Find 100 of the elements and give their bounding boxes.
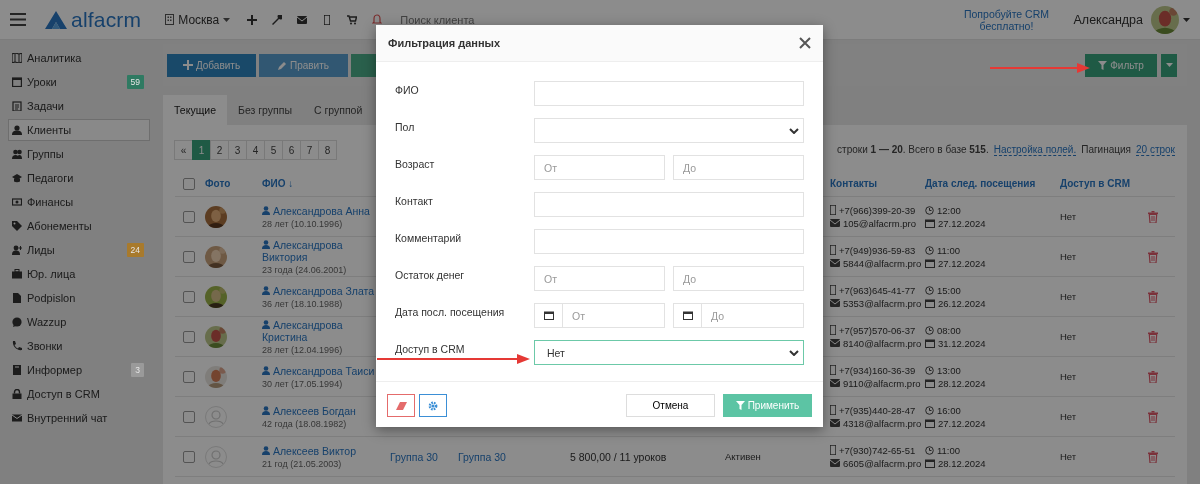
checkbox[interactable] [183,450,195,463]
trash-icon[interactable] [1147,330,1158,343]
sidebar-item[interactable]: Уроки 59 [8,71,150,93]
tab[interactable]: Без группы [227,95,303,125]
input-field[interactable]: До [673,266,804,291]
envelope-icon [12,413,22,423]
briefcase-icon [12,269,22,279]
banknote-icon [12,197,22,207]
client-link[interactable]: Александрова Анна [262,204,370,217]
trash-icon[interactable] [1147,370,1158,383]
wrench-icon[interactable] [272,14,283,25]
envelope-icon[interactable] [297,15,308,24]
edit-button[interactable]: Править [259,53,348,77]
search-field[interactable]: Поиск клиента [398,12,583,27]
field-label: Доступ в CRM [395,342,465,355]
checkbox[interactable] [183,290,195,303]
city-dropdown[interactable]: Москва [165,12,231,27]
input-field[interactable]: До [673,155,804,180]
sidebar-item[interactable]: Клиенты [8,119,150,141]
sidebar-item[interactable]: Юр. лица [8,263,150,285]
date-text: 28.12.2024 [938,457,986,469]
sidebar-item[interactable]: Внутренний чат [8,407,150,429]
text-field[interactable] [534,229,804,254]
dropdown-toggle[interactable] [1161,53,1177,77]
trash-icon[interactable] [1147,290,1158,303]
sidebar-item[interactable]: Звонки [8,335,150,357]
person-icon [12,125,22,135]
promo-link[interactable]: Попробуйте CRM бесплатно! [951,7,1062,32]
filter-button[interactable]: Фильтр [1085,53,1157,77]
tab[interactable]: Текущие [163,95,227,125]
date-field[interactable]: До [701,303,804,328]
calendar-icon [12,77,22,87]
sidebar-item[interactable]: Аналитика [8,47,150,69]
page-button[interactable]: 8 [318,140,337,160]
text-field[interactable] [534,192,804,217]
column-header[interactable]: Контакты [830,171,925,196]
age-text: 23 года (24.06.2001) [262,264,348,275]
bell-icon[interactable] [372,14,383,25]
phone-icon[interactable] [324,14,331,25]
select-field[interactable] [534,118,804,143]
user-name[interactable]: Александра [1073,12,1143,27]
checkbox[interactable] [183,370,195,383]
input-field[interactable]: От [534,155,665,180]
sidebar-item[interactable]: Задачи [8,95,150,117]
phone-icon [12,341,22,351]
calendar-button[interactable] [673,303,701,328]
trash-icon[interactable] [1147,250,1158,263]
clear-button[interactable] [387,394,415,417]
select-field[interactable]: Нет [534,340,804,365]
settings-button[interactable] [419,394,447,417]
checkbox[interactable] [183,250,195,263]
rows-link[interactable]: 20 строк [1136,144,1175,156]
calendar-icon [925,418,935,428]
checkbox[interactable] [183,210,195,223]
add-button[interactable]: Добавить [167,53,256,77]
input-field[interactable]: От [534,266,665,291]
checkbox[interactable] [183,177,195,190]
phone-icon [830,405,836,415]
dialog-title: Фильтрация данных [388,37,502,49]
client-link[interactable]: Алексеев Виктор [262,444,356,457]
client-link[interactable]: Александрова Таиси [262,364,375,377]
person-icon [262,285,270,295]
sidebar-item[interactable]: Wazzup [8,311,150,333]
client-link[interactable]: Алексеев Богдан [262,404,356,417]
column-header[interactable]: Фото [205,171,262,196]
field-label: Контакт [395,194,433,207]
caret-icon[interactable] [1183,17,1190,22]
sidebar-item[interactable]: Финансы [8,191,150,213]
trash-icon[interactable] [1147,410,1158,423]
column-header[interactable]: Дата след. посещения [925,171,1060,196]
table-cell: Нет [1060,371,1077,382]
sidebar-item[interactable]: Podpislon [8,287,150,309]
close-button[interactable] [799,37,811,49]
email-text: 5353@alfacrm.pro [843,297,922,309]
checkbox[interactable] [183,330,195,343]
checkbox[interactable] [183,410,195,423]
group-link[interactable]: Группа 30 [458,450,506,463]
settings-link[interactable]: Настройка полей. [993,144,1077,156]
cart-icon[interactable] [347,14,358,25]
sidebar-item[interactable]: Педагоги [8,167,150,189]
date-field[interactable]: От [562,303,665,328]
sidebar-item[interactable]: Информер 3 [8,359,150,381]
menu-icon[interactable] [10,13,26,26]
tab[interactable]: С группой [302,95,374,125]
envelope-icon [830,379,840,387]
plus-icon[interactable] [247,14,258,25]
group-link[interactable]: Группа 30 [390,450,438,463]
column-header[interactable]: Доступ в CRM [1060,171,1130,196]
calendar-button[interactable] [534,303,562,328]
trash-icon[interactable] [1147,450,1158,463]
pagination-label: Пагинация [1081,144,1131,156]
sidebar-item[interactable]: Группы [8,143,150,165]
cancel-button[interactable]: Отмена [626,394,715,417]
sidebar-item[interactable]: Доступ в CRM [8,383,150,405]
sidebar-item[interactable]: Абонементы [8,215,150,237]
text-field[interactable] [534,81,804,106]
client-link[interactable]: Александрова Злата [262,284,375,297]
age-text: 28 лет (10.10.1996) [262,218,344,229]
trash-icon[interactable] [1147,210,1158,223]
sidebar-item[interactable]: Лиды 24 [8,239,150,261]
